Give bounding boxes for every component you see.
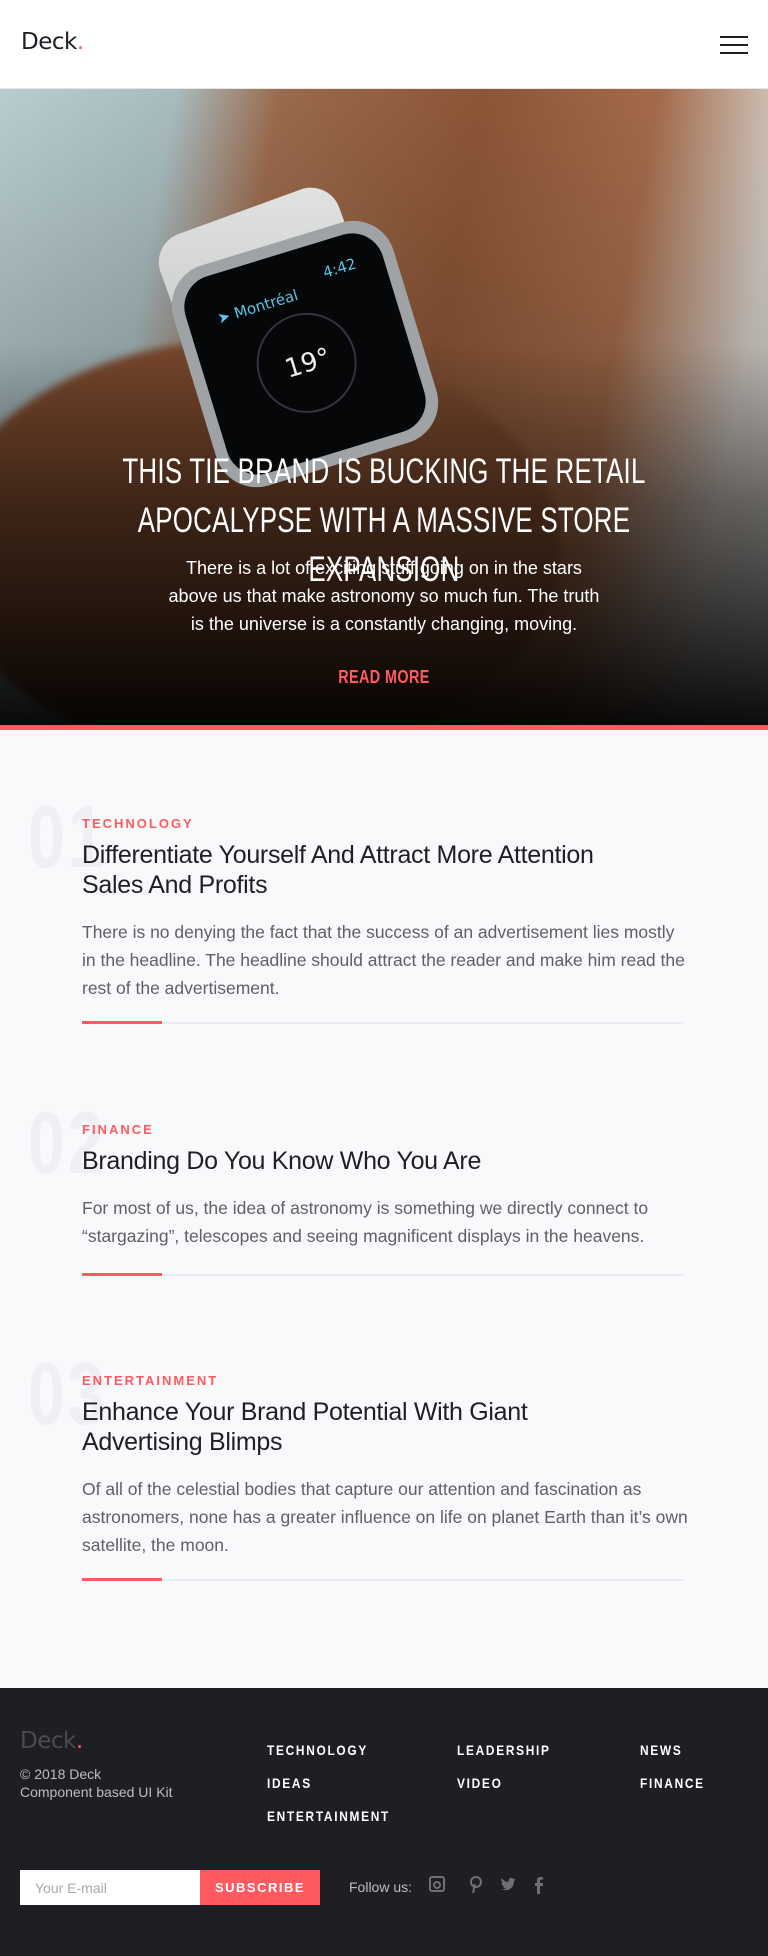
subscribe-button[interactable]: SUBSCRIBE: [200, 1870, 320, 1905]
facebook-icon[interactable]: [534, 1876, 544, 1899]
logo-text: Deck: [20, 1728, 76, 1754]
read-more-link[interactable]: READ MORE: [77, 667, 691, 688]
footer-link-entertainment[interactable]: ENTERTAINMENT: [267, 1808, 390, 1824]
footer-link-video[interactable]: VIDEO: [457, 1775, 503, 1791]
article-category[interactable]: FINANCE: [82, 1122, 154, 1137]
article-divider: [82, 1021, 683, 1024]
footer-link-news[interactable]: NEWS: [640, 1742, 683, 1758]
footer-link-finance[interactable]: FINANCE: [640, 1775, 705, 1791]
tagline-text: Component based UI Kit: [20, 1784, 173, 1800]
hero-title-line: THIS TIE BRAND IS BUCKING THE RETAIL: [122, 452, 646, 491]
logo[interactable]: Deck.: [21, 29, 84, 55]
footer-link-technology[interactable]: TECHNOLOGY: [267, 1742, 368, 1758]
footer-link-leadership[interactable]: LEADERSHIP: [457, 1742, 551, 1758]
footer-link-ideas[interactable]: IDEAS: [267, 1775, 312, 1791]
article-divider: [82, 1578, 683, 1581]
watch-time: 4:42: [320, 254, 359, 282]
hero-text: There is a lot of exciting stuff going o…: [168, 558, 600, 634]
logo-dot: .: [76, 29, 84, 55]
twitter-icon[interactable]: [500, 1876, 518, 1897]
logo-dot: .: [75, 1728, 83, 1754]
menu-icon[interactable]: [720, 36, 748, 56]
article-category[interactable]: TECHNOLOGY: [82, 816, 194, 831]
footer-copyright: © 2018 Deck Component based UI Kit: [20, 1765, 173, 1801]
logo-text: Deck: [21, 29, 77, 55]
article-category[interactable]: ENTERTAINMENT: [82, 1373, 218, 1388]
article-title[interactable]: Differentiate Yourself And Attract More …: [82, 840, 602, 900]
follow-us-label: Follow us:: [349, 1879, 413, 1895]
copyright-text: © 2018 Deck: [20, 1766, 102, 1782]
pinterest-icon[interactable]: [469, 1876, 483, 1899]
instagram-icon[interactable]: [429, 1876, 445, 1897]
email-input[interactable]: [20, 1870, 200, 1905]
article-body: There is no denying the fact that the su…: [82, 922, 685, 998]
article-body: For most of us, the idea of astronomy is…: [82, 1198, 649, 1246]
article-divider: [82, 1273, 683, 1276]
article-title[interactable]: Enhance Your Brand Potential With Giant …: [82, 1397, 582, 1457]
site-footer: Deck. © 2018 Deck Component based UI Kit …: [0, 1688, 768, 1956]
article-number: 02: [28, 1093, 108, 1192]
footer-logo[interactable]: Deck.: [20, 1728, 83, 1754]
hero: ➤ Montréal 4:42 19° THIS TIE BRAND IS BU…: [0, 89, 768, 725]
article-title[interactable]: Branding Do You Know Who You Are: [82, 1146, 682, 1176]
article-body: Of all of the celestial bodies that capt…: [82, 1479, 688, 1555]
site-header: Deck.: [0, 0, 768, 89]
